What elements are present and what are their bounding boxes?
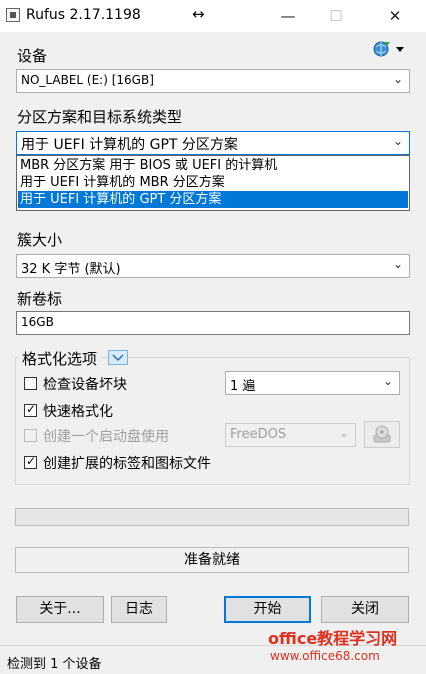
quick-format-label: 快速格式化 bbox=[43, 404, 113, 420]
volume-label: 新卷标 bbox=[17, 290, 63, 308]
chevron-down-icon: ⌄ bbox=[382, 374, 393, 388]
passes-select[interactable]: 1 遍 ⌄ bbox=[225, 371, 400, 395]
watermark-url: www.office68.com bbox=[270, 649, 380, 663]
boot-type-value: FreeDOS bbox=[230, 427, 287, 442]
bootable-checkbox[interactable] bbox=[24, 429, 37, 442]
progress-bar bbox=[15, 508, 409, 526]
volume-input[interactable]: 16GB bbox=[16, 311, 410, 335]
start-button[interactable]: 开始 bbox=[224, 596, 311, 623]
extended-label-label: 创建扩展的标签和图标文件 bbox=[43, 456, 211, 472]
device-label: 设备 bbox=[17, 47, 48, 65]
chevron-down-icon bbox=[112, 354, 124, 362]
app-icon bbox=[6, 8, 20, 22]
about-button[interactable]: 关于... bbox=[16, 596, 104, 623]
boot-type-select[interactable]: FreeDOS ⌄ bbox=[225, 423, 356, 447]
quick-format-checkbox[interactable] bbox=[24, 402, 37, 417]
status-bar-text: 检测到 1 个设备 bbox=[7, 657, 102, 672]
cluster-label: 簇大小 bbox=[17, 231, 63, 249]
device-select[interactable]: NO_LABEL (E:) [16GB] ⌄ bbox=[16, 69, 410, 93]
chevron-down-icon: ⌄ bbox=[392, 134, 403, 148]
format-options-label: 格式化选项 bbox=[18, 348, 102, 368]
partition-label: 分区方案和目标系统类型 bbox=[17, 108, 183, 126]
volume-value: 16GB bbox=[21, 315, 54, 329]
bootable-label: 创建一个启动盘使用 bbox=[43, 429, 169, 445]
partition-option-gpt-uefi[interactable]: 用于 UEFI 计算机的 GPT 分区方案 bbox=[18, 191, 408, 208]
log-button[interactable]: 日志 bbox=[111, 596, 167, 623]
disc-drive-icon bbox=[373, 425, 391, 443]
close-button[interactable]: 关闭 bbox=[321, 596, 409, 623]
minimize-button[interactable]: — bbox=[265, 0, 311, 32]
check-bad-blocks-label: 检查设备坏块 bbox=[43, 377, 127, 393]
cluster-select[interactable]: 32 K 字节 (默认) ⌄ bbox=[16, 254, 410, 278]
device-value: NO_LABEL (E:) [16GB] bbox=[21, 73, 154, 87]
partition-option-mbr-uefi[interactable]: 用于 UEFI 计算机的 MBR 分区方案 bbox=[18, 174, 408, 191]
passes-value: 1 遍 bbox=[230, 379, 256, 394]
partition-dropdown: MBR 分区方案 用于 BIOS 或 UEFI 的计算机 用于 UEFI 计算机… bbox=[16, 155, 410, 211]
partition-option-mbr-bios[interactable]: MBR 分区方案 用于 BIOS 或 UEFI 的计算机 bbox=[18, 157, 408, 174]
watermark: office教程学习网 www.office68.com bbox=[268, 625, 418, 670]
chevron-down-icon: ⌄ bbox=[338, 426, 349, 440]
chevron-down-icon: ⌄ bbox=[392, 257, 403, 271]
title-bar: Rufus 2.17.1198 ↔ — ☐ ✕ bbox=[0, 0, 426, 32]
watermark-title: office教程学习网 bbox=[268, 629, 398, 648]
window-title: Rufus 2.17.1198 bbox=[26, 7, 141, 23]
globe-language-icon bbox=[373, 41, 404, 57]
cluster-value: 32 K 字节 (默认) bbox=[21, 262, 121, 277]
status-field: 准备就绪 bbox=[15, 547, 409, 573]
chevron-down-icon: ⌄ bbox=[392, 72, 403, 86]
close-window-button[interactable]: ✕ bbox=[372, 0, 418, 32]
partition-value: 用于 UEFI 计算机的 GPT 分区方案 bbox=[21, 137, 238, 153]
maximize-button[interactable]: ☐ bbox=[313, 0, 359, 32]
extended-label-checkbox[interactable] bbox=[24, 454, 37, 469]
partition-select[interactable]: 用于 UEFI 计算机的 GPT 分区方案 ⌄ bbox=[16, 131, 410, 155]
select-image-button[interactable] bbox=[364, 421, 400, 448]
check-bad-blocks-checkbox[interactable] bbox=[24, 377, 37, 390]
toggle-advanced-button[interactable] bbox=[108, 350, 128, 365]
language-button[interactable] bbox=[372, 38, 408, 60]
resize-icon: ↔ bbox=[192, 5, 205, 23]
